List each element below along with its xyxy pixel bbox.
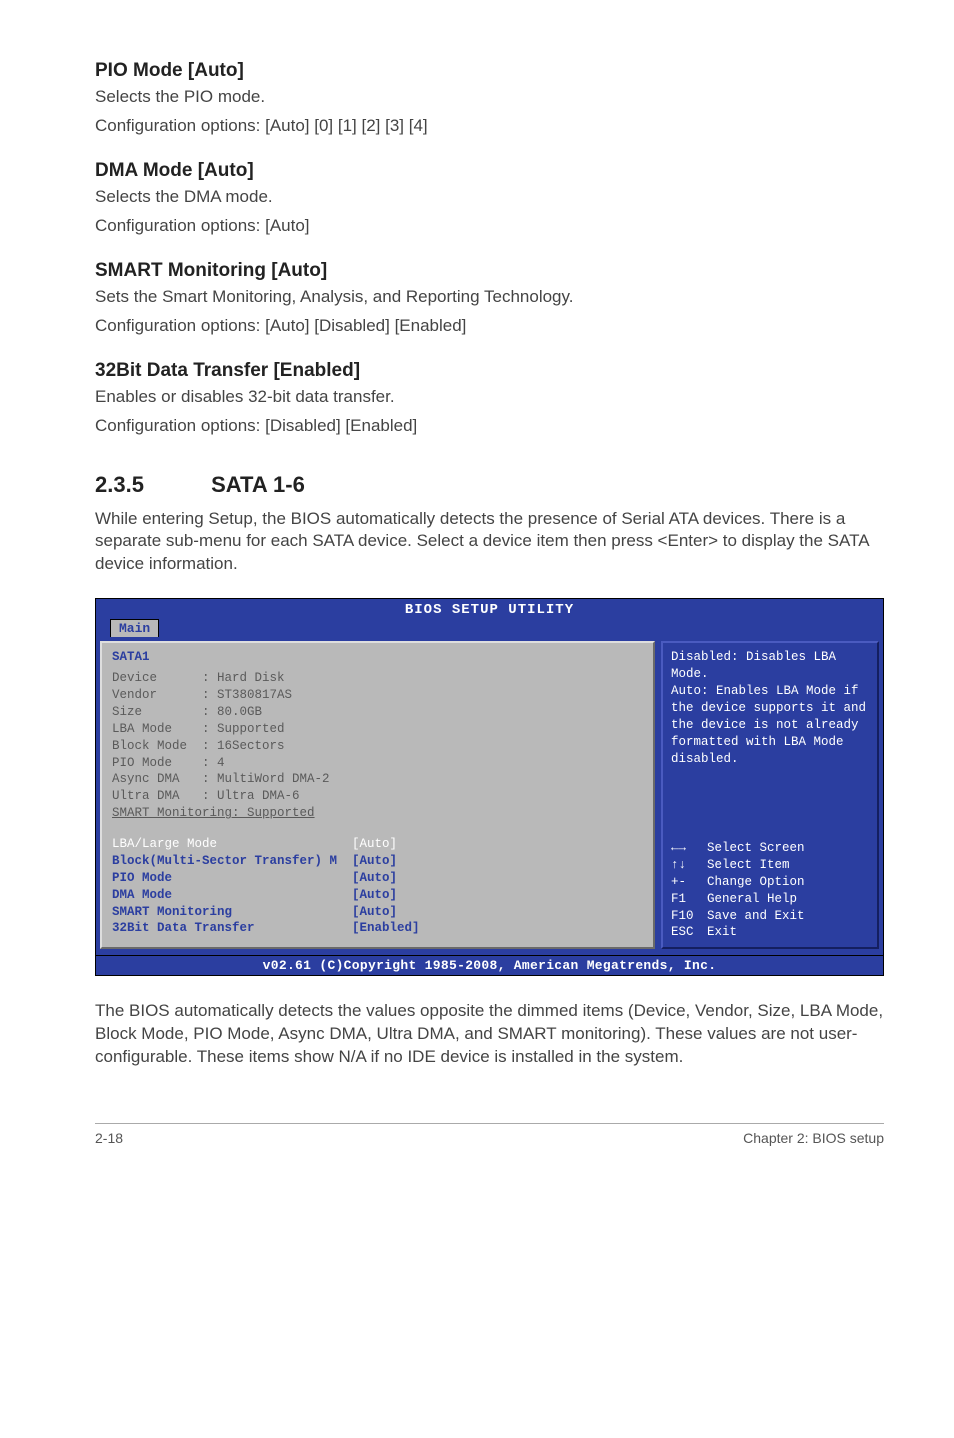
heading-sata-section: 2.3.5 SATA 1-6: [95, 472, 884, 498]
section-number: 2.3.5: [95, 472, 205, 498]
bios-copyright: v02.61 (C)Copyright 1985-2008, American …: [96, 955, 883, 975]
bios-legend: ←→Select Screen↑↓Select Item+-Change Opt…: [671, 840, 869, 941]
bios-legend-label: Select Item: [707, 858, 790, 872]
bios-tab-row: Main: [96, 619, 883, 637]
bios-legend-label: Change Option: [707, 875, 805, 889]
bios-setting-value: [Enabled]: [352, 921, 420, 935]
bios-left-panel: SATA1 Device : Hard DiskVendor : ST38081…: [100, 641, 655, 949]
bios-info-row: Vendor : ST380817AS: [112, 687, 643, 704]
bios-legend-key: F1: [671, 891, 707, 908]
bios-legend-label: Select Screen: [707, 841, 805, 855]
bios-legend-row: ↑↓Select Item: [671, 857, 869, 874]
bios-legend-row: ESCExit: [671, 924, 869, 941]
bios-setting-label: PIO Mode: [112, 871, 352, 885]
text-dma-2: Configuration options: [Auto]: [95, 215, 884, 238]
bios-legend-row: ←→Select Screen: [671, 840, 869, 857]
bios-info-row: Ultra DMA : Ultra DMA-6: [112, 788, 643, 805]
page-footer: 2-18 Chapter 2: BIOS setup: [95, 1123, 884, 1146]
bios-setting-row[interactable]: DMA Mode [Auto]: [112, 887, 643, 904]
bios-legend-row: F1General Help: [671, 891, 869, 908]
bios-info-row: Size : 80.0GB: [112, 704, 643, 721]
bios-setting-row[interactable]: LBA/Large Mode [Auto]: [112, 836, 643, 853]
page-number: 2-18: [95, 1130, 123, 1146]
heading-pio: PIO Mode [Auto]: [95, 60, 884, 82]
heading-dma: DMA Mode [Auto]: [95, 160, 884, 182]
bios-setting-row[interactable]: 32Bit Data Transfer [Enabled]: [112, 920, 643, 937]
bios-setting-label: DMA Mode: [112, 888, 352, 902]
text-pio-1: Selects the PIO mode.: [95, 86, 884, 109]
bios-window: BIOS SETUP UTILITY Main SATA1 Device : H…: [95, 598, 884, 976]
text-32bit-2: Configuration options: [Disabled] [Enabl…: [95, 415, 884, 438]
bios-tab-main[interactable]: Main: [110, 619, 159, 637]
bios-setting-label: LBA/Large Mode: [112, 837, 352, 851]
bios-setting-row[interactable]: SMART Monitoring [Auto]: [112, 904, 643, 921]
bios-info-row: Async DMA : MultiWord DMA-2: [112, 771, 643, 788]
bios-setting-value: [Auto]: [352, 837, 397, 851]
bios-legend-key: ←→: [671, 840, 707, 857]
bios-right-panel: Disabled: Disables LBA Mode. Auto: Enabl…: [661, 641, 879, 949]
bios-info-row: PIO Mode : 4: [112, 755, 643, 772]
bios-info-row: Device : Hard Disk: [112, 670, 643, 687]
bios-setting-value: [Auto]: [352, 854, 397, 868]
bios-legend-row: +-Change Option: [671, 874, 869, 891]
bios-setting-value: [Auto]: [352, 888, 397, 902]
bios-legend-label: Exit: [707, 925, 737, 939]
bios-legend-row: F10Save and Exit: [671, 908, 869, 925]
bios-info-row: Block Mode : 16Sectors: [112, 738, 643, 755]
text-pio-2: Configuration options: [Auto] [0] [1] [2…: [95, 115, 884, 138]
heading-32bit: 32Bit Data Transfer [Enabled]: [95, 360, 884, 382]
bios-legend-key: ↑↓: [671, 857, 707, 874]
bios-setting-label: Block(Multi-Sector Transfer) M: [112, 854, 352, 868]
bios-setting-value: [Auto]: [352, 905, 397, 919]
bios-title: BIOS SETUP UTILITY: [96, 599, 883, 619]
section-title: SATA 1-6: [211, 472, 305, 497]
bios-panel-header: SATA1: [112, 649, 643, 666]
bios-legend-key: F10: [671, 908, 707, 925]
text-sata-outro: The BIOS automatically detects the value…: [95, 1000, 884, 1069]
bios-legend-label: Save and Exit: [707, 909, 805, 923]
text-sata-intro: While entering Setup, the BIOS automatic…: [95, 508, 884, 577]
text-smart-2: Configuration options: [Auto] [Disabled]…: [95, 315, 884, 338]
bios-help-text: Disabled: Disables LBA Mode. Auto: Enabl…: [671, 649, 869, 767]
bios-setting-label: SMART Monitoring: [112, 905, 352, 919]
bios-info-row: LBA Mode : Supported: [112, 721, 643, 738]
text-32bit-1: Enables or disables 32-bit data transfer…: [95, 386, 884, 409]
bios-setting-row[interactable]: PIO Mode [Auto]: [112, 870, 643, 887]
bios-legend-label: General Help: [707, 892, 797, 906]
bios-info-footer: SMART Monitoring: Supported: [112, 805, 643, 822]
bios-setting-label: 32Bit Data Transfer: [112, 921, 352, 935]
bios-legend-key: +-: [671, 874, 707, 891]
bios-setting-value: [Auto]: [352, 871, 397, 885]
bios-legend-key: ESC: [671, 924, 707, 941]
text-dma-1: Selects the DMA mode.: [95, 186, 884, 209]
chapter-label: Chapter 2: BIOS setup: [743, 1130, 884, 1146]
bios-setting-row[interactable]: Block(Multi-Sector Transfer) M [Auto]: [112, 853, 643, 870]
text-smart-1: Sets the Smart Monitoring, Analysis, and…: [95, 286, 884, 309]
heading-smart: SMART Monitoring [Auto]: [95, 260, 884, 282]
